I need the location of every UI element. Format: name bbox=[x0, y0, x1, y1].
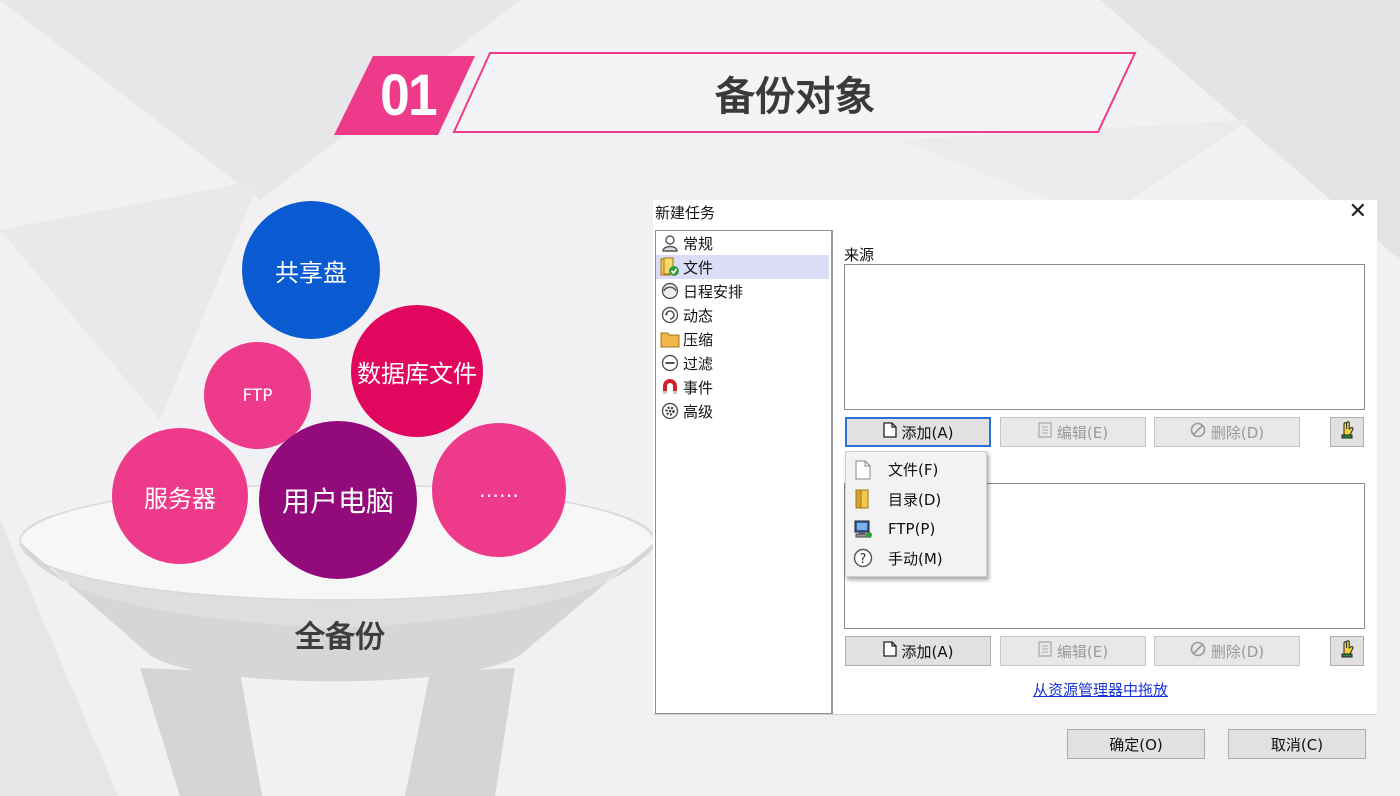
delete-source-button[interactable]: 删除(D) bbox=[1154, 417, 1300, 447]
edit-destination-button[interactable]: 编辑(E) bbox=[1000, 636, 1146, 666]
tree-item-filter[interactable]: 过滤 bbox=[656, 351, 831, 375]
tree-item-label: 高级 bbox=[683, 402, 714, 421]
source-label: 来源 bbox=[844, 246, 875, 264]
prohibit-icon bbox=[1190, 641, 1206, 661]
edit-button-label: 编辑(E) bbox=[1056, 642, 1109, 661]
menu-item-manual[interactable]: ? 手动(M) bbox=[846, 544, 986, 574]
tree-item-general[interactable]: 常规 bbox=[656, 231, 831, 255]
archive-folder-icon bbox=[660, 329, 680, 349]
add-source-button[interactable]: 添加(A) bbox=[845, 417, 991, 447]
file-folder-check-icon bbox=[660, 257, 680, 277]
folder-icon bbox=[852, 488, 874, 510]
funnel-spout-right bbox=[405, 668, 515, 796]
bubble-user-pc: 用户电脑 bbox=[259, 421, 417, 579]
prohibit-icon bbox=[1190, 422, 1206, 442]
minus-circle-icon bbox=[660, 353, 680, 373]
file-icon bbox=[852, 459, 874, 481]
menu-item-file[interactable]: 文件(F) bbox=[846, 455, 986, 485]
hand-icon bbox=[1339, 640, 1355, 662]
bubble-server: 服务器 bbox=[112, 428, 248, 564]
new-file-icon bbox=[882, 641, 897, 661]
edit-source-button[interactable]: 编辑(E) bbox=[1000, 417, 1146, 447]
menu-item-label: 文件(F) bbox=[888, 461, 939, 480]
funnel-label: 全备份 bbox=[295, 620, 385, 655]
tree-item-advanced[interactable]: 高级 bbox=[656, 399, 831, 423]
tree-item-label: 文件 bbox=[683, 258, 714, 277]
source-list[interactable] bbox=[844, 264, 1365, 410]
ok-button[interactable]: 确定(O) bbox=[1067, 729, 1205, 759]
dialog-title: 新建任务 bbox=[655, 204, 716, 222]
edit-icon bbox=[1038, 641, 1052, 661]
user-icon bbox=[660, 233, 680, 253]
menu-item-label: 手动(M) bbox=[888, 549, 943, 568]
dialog-footer: 确定(O) 取消(C) bbox=[653, 714, 1377, 765]
help-icon: ? bbox=[852, 547, 874, 569]
drag-hand-button[interactable] bbox=[1330, 636, 1364, 666]
category-tree: 常规 文件 日程安排 动态 压缩 过滤 事件 高级 bbox=[655, 230, 833, 714]
drag-from-explorer-link[interactable]: 从资源管理器中拖放 bbox=[1033, 679, 1168, 700]
delete-button-label: 删除(D) bbox=[1210, 423, 1265, 442]
tree-item-compress[interactable]: 压缩 bbox=[656, 327, 831, 351]
tree-item-dynamic[interactable]: 动态 bbox=[656, 303, 831, 327]
menu-item-label: 目录(D) bbox=[888, 490, 942, 509]
menu-item-ftp[interactable]: FTP(P) bbox=[846, 514, 986, 544]
edit-button-label: 编辑(E) bbox=[1056, 423, 1109, 442]
tree-item-schedule[interactable]: 日程安排 bbox=[656, 279, 831, 303]
close-icon[interactable]: ✕ bbox=[1349, 199, 1367, 224]
menu-item-label: FTP(P) bbox=[888, 519, 936, 538]
tree-item-file[interactable]: 文件 bbox=[656, 255, 829, 279]
delete-button-label: 删除(D) bbox=[1210, 642, 1265, 661]
magnet-icon bbox=[660, 377, 680, 397]
new-file-icon bbox=[882, 422, 897, 442]
bubble-shared-disk: 共享盘 bbox=[242, 201, 380, 339]
hand-icon bbox=[1339, 421, 1355, 443]
add-button-label: 添加(A) bbox=[901, 423, 954, 442]
gear-icon bbox=[660, 401, 680, 421]
tree-item-events[interactable]: 事件 bbox=[656, 375, 831, 399]
section-number: 01 bbox=[380, 62, 438, 128]
tree-item-label: 事件 bbox=[683, 378, 714, 397]
tree-item-label: 过滤 bbox=[683, 354, 714, 373]
edit-icon bbox=[1038, 422, 1052, 442]
new-task-dialog: 新建任务 ✕ 常规 文件 日程安排 动态 压缩 过滤 事件 高级 来源 添加(A… bbox=[653, 199, 1377, 765]
clock-icon bbox=[660, 281, 680, 301]
page-title: 备份对象 bbox=[715, 74, 875, 120]
refresh-icon bbox=[660, 305, 680, 325]
tree-item-label: 日程安排 bbox=[683, 282, 744, 301]
add-dropdown-menu: 文件(F) 目录(D) FTP(P) ? 手动(M) bbox=[845, 451, 987, 577]
bubble-more: …… bbox=[432, 423, 566, 557]
drag-hand-button[interactable] bbox=[1330, 417, 1364, 447]
menu-item-directory[interactable]: 目录(D) bbox=[846, 485, 986, 515]
tree-item-label: 压缩 bbox=[683, 330, 714, 349]
add-button-label: 添加(A) bbox=[901, 642, 954, 661]
bubble-database-files: 数据库文件 bbox=[351, 305, 483, 437]
svg-text:?: ? bbox=[860, 552, 867, 567]
cancel-button[interactable]: 取消(C) bbox=[1228, 729, 1366, 759]
ftp-computer-icon bbox=[852, 518, 874, 540]
tree-item-label: 常规 bbox=[683, 234, 714, 253]
funnel-spout-left bbox=[140, 668, 262, 796]
add-destination-button[interactable]: 添加(A) bbox=[845, 636, 991, 666]
tree-item-label: 动态 bbox=[683, 306, 714, 325]
delete-destination-button[interactable]: 删除(D) bbox=[1154, 636, 1300, 666]
